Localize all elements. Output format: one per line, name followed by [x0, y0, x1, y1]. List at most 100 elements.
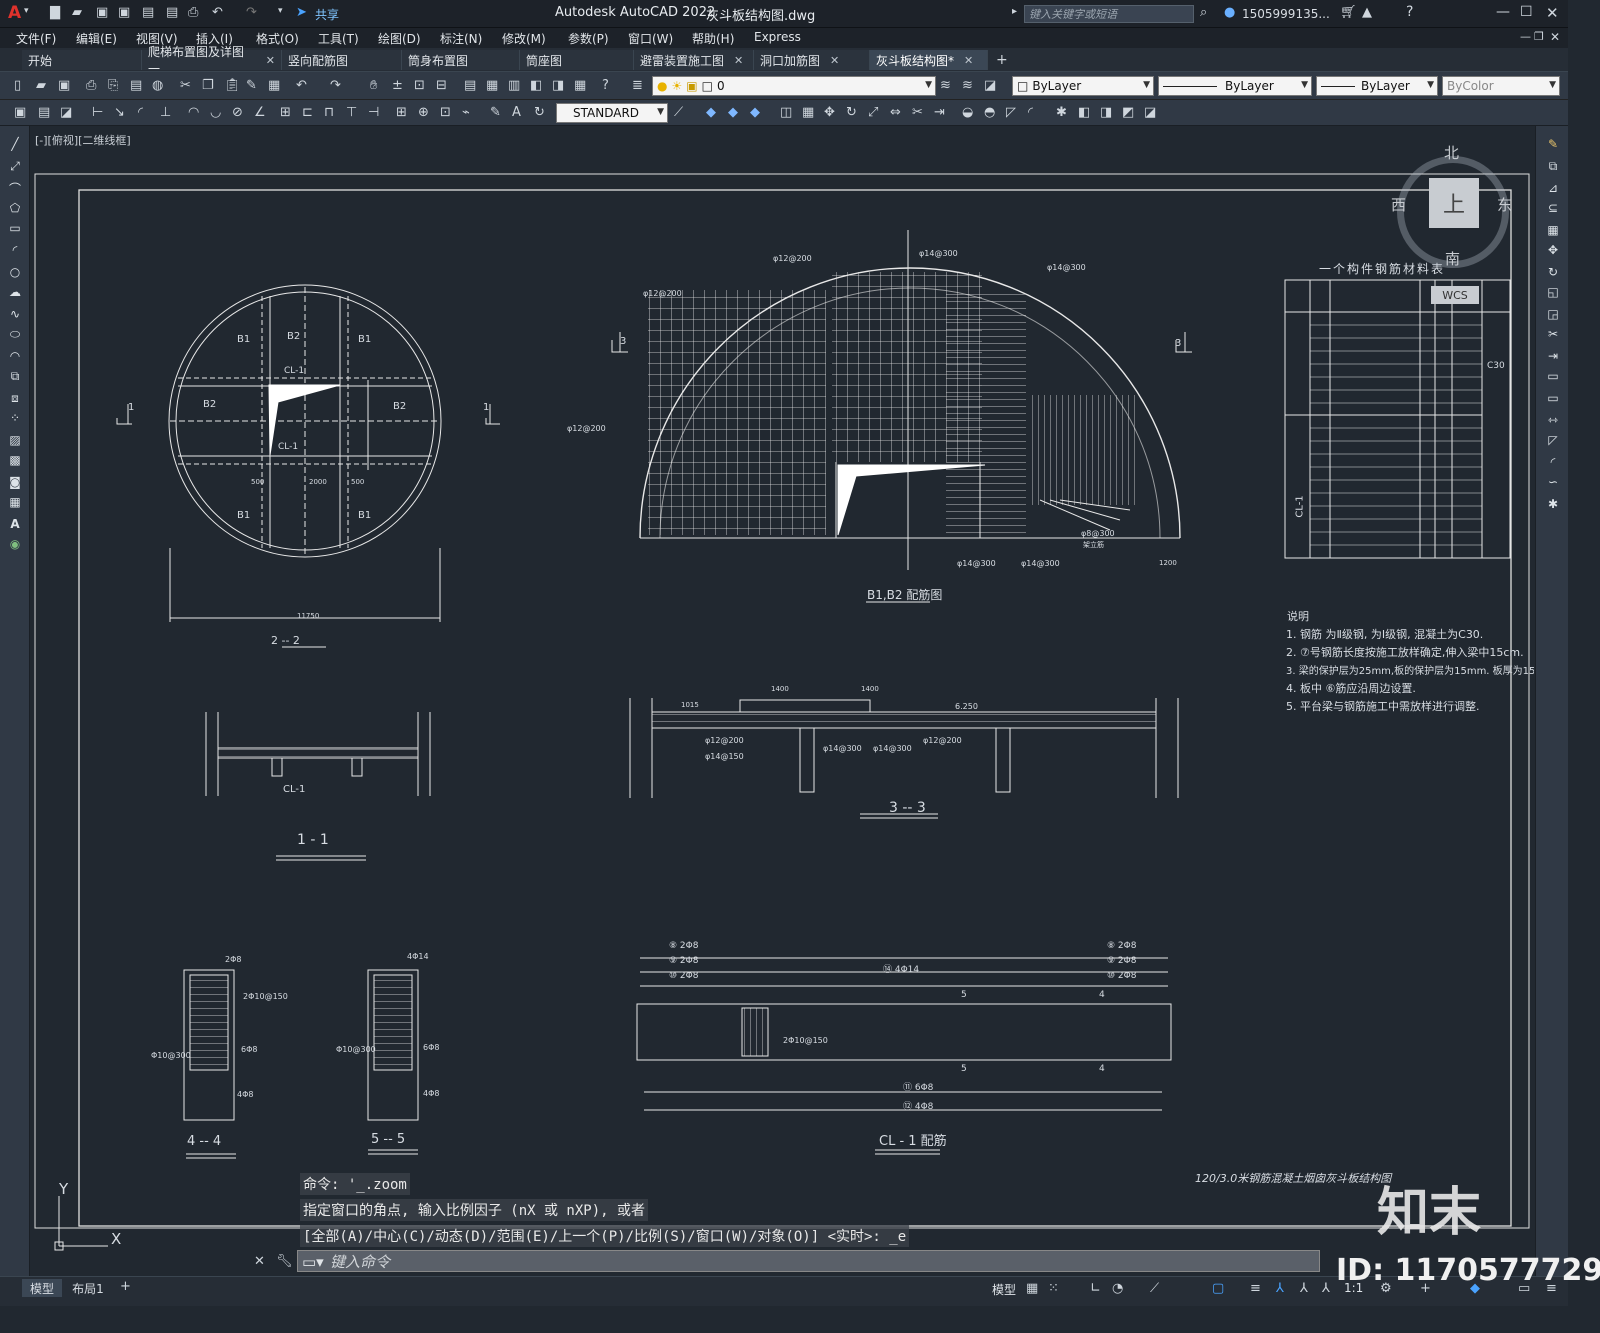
viewcube-top-face[interactable]: 上: [1429, 178, 1479, 228]
close-doc-icon[interactable]: ✕: [1550, 30, 1560, 44]
help-icon[interactable]: ?: [1406, 4, 1413, 20]
restore-doc-icon[interactable]: —: [1520, 30, 1531, 43]
table-icon[interactable]: ▦: [6, 494, 24, 510]
dim-break-icon[interactable]: ⊣: [368, 105, 379, 120]
move-icon[interactable]: ✥: [1544, 242, 1562, 258]
draworder-icon[interactable]: ◨: [1100, 105, 1112, 120]
preview-icon[interactable]: ⎘: [108, 78, 118, 93]
offset-icon[interactable]: ⊆: [1544, 200, 1562, 216]
layout-tab-model[interactable]: 模型: [22, 1279, 62, 1297]
copy-icon[interactable]: ❐: [202, 78, 214, 93]
layer-previous-icon[interactable]: ≋: [962, 78, 973, 93]
open-web-icon[interactable]: ▤: [142, 5, 154, 20]
close-tab-icon[interactable]: ✕: [734, 54, 743, 67]
lineweight-icon[interactable]: ≡: [1250, 1281, 1261, 1296]
trim-icon[interactable]: ✂: [1544, 326, 1562, 342]
search-input[interactable]: 键入关键字或短语: [1024, 5, 1194, 23]
gradient-icon[interactable]: ▩: [6, 452, 24, 468]
dimstyle-dropdown[interactable]: STANDARD ▼: [556, 103, 668, 123]
draworder-icon[interactable]: ◧: [1078, 105, 1090, 120]
color-dropdown[interactable]: □ ByLayer ▼: [1012, 76, 1154, 96]
inspect-icon[interactable]: ⊡: [440, 105, 451, 120]
tab-ladder-layout[interactable]: 爬梯布置图及详图一 ✕: [142, 45, 282, 76]
erase-icon[interactable]: ✎: [1544, 136, 1562, 152]
ellipse-icon[interactable]: ⬭: [6, 326, 24, 342]
hatch-icon[interactable]: ▨: [6, 432, 24, 448]
plotstyle-dropdown[interactable]: ByColor ▼: [1442, 76, 1560, 96]
menu-edit[interactable]: 编辑(E): [76, 30, 117, 47]
properties-icon[interactable]: ▤: [464, 78, 476, 93]
close-tab-icon[interactable]: ✕: [830, 54, 839, 67]
dim-update-icon[interactable]: ↻: [534, 105, 545, 120]
move-icon[interactable]: ✥: [824, 105, 835, 120]
draworder-icon[interactable]: ◪: [1144, 105, 1156, 120]
close-tab-icon[interactable]: ✕: [266, 54, 275, 67]
isodraft-icon[interactable]: ⟋: [1150, 1281, 1159, 1296]
mtext-icon[interactable]: A: [6, 516, 24, 532]
make-current-layer-icon[interactable]: ≋: [940, 78, 951, 93]
menu-window[interactable]: 窗口(W): [628, 30, 673, 47]
viewcube-west[interactable]: 西: [1391, 194, 1406, 215]
workspace-icon[interactable]: ▣: [14, 105, 26, 120]
drawing-canvas[interactable]: [-][俯视][二维线框] B1 B2 B1 B2 B2 B1 B1 CL-1 …: [31, 126, 1534, 1276]
layer-dropdown[interactable]: ● ☀ ▣ □ 0 ▼: [652, 76, 936, 96]
viewcube-south[interactable]: 南: [1445, 248, 1460, 269]
save-web-icon[interactable]: ▤: [166, 5, 178, 20]
region-icon[interactable]: ◙: [6, 474, 24, 490]
ortho-icon[interactable]: ∟: [1090, 1281, 1101, 1296]
extend-icon[interactable]: ⇥: [1544, 348, 1562, 364]
make-block-icon[interactable]: ⧈: [6, 390, 24, 406]
dim-edit-icon[interactable]: ✎: [490, 105, 501, 120]
offset-icon[interactable]: ◫: [780, 105, 792, 120]
annotation-visibility-icon[interactable]: ⅄: [1276, 1281, 1284, 1296]
menu-dimension[interactable]: 标注(N): [440, 30, 482, 47]
menu-tools[interactable]: 工具(T): [318, 30, 359, 47]
close-tab-icon[interactable]: ✕: [964, 54, 973, 67]
dim-continue-icon[interactable]: ⊓: [324, 105, 334, 120]
polygon-icon[interactable]: ⬠: [6, 200, 24, 216]
dim-jogged-icon[interactable]: ◡: [210, 105, 221, 120]
scale-icon[interactable]: ◱: [1544, 284, 1562, 300]
command-close-icon[interactable]: ✕: [254, 1254, 265, 1269]
blend-icon[interactable]: ∽: [1544, 474, 1562, 490]
dim-aligned-icon[interactable]: ↘: [114, 105, 125, 120]
layer-state-icon[interactable]: ◪: [984, 78, 996, 93]
polyline-icon[interactable]: ⌒: [6, 180, 24, 196]
break-point-icon[interactable]: ▭: [1544, 368, 1562, 384]
join-icon[interactable]: ◓: [984, 105, 995, 120]
model-space-button[interactable]: 模型: [992, 1281, 1016, 1298]
quick-dim-icon[interactable]: ⊞: [280, 105, 291, 120]
jog-icon[interactable]: ⌁: [462, 105, 470, 120]
cut-icon[interactable]: ✂: [180, 78, 191, 93]
erase-icon[interactable]: ◆: [706, 105, 716, 120]
viewcube-north[interactable]: 北: [1444, 142, 1459, 163]
command-prompt-icon[interactable]: ▭▾: [302, 1253, 324, 1271]
center-mark-icon[interactable]: ⊕: [418, 105, 429, 120]
zoom-previous-icon[interactable]: ⊟: [436, 78, 447, 93]
save-icon[interactable]: ▣: [96, 5, 108, 20]
publish-icon[interactable]: ▤: [130, 78, 142, 93]
stretch-icon[interactable]: ◲: [1544, 306, 1562, 322]
menu-format[interactable]: 格式(O): [256, 30, 299, 47]
polar-icon[interactable]: ◔: [1112, 1281, 1123, 1296]
new-file-icon[interactable]: ▇: [50, 5, 60, 20]
paste-icon[interactable]: 📋︎: [224, 78, 241, 93]
point-icon[interactable]: ⁘: [6, 410, 24, 426]
user-name[interactable]: 1505999135...: [1242, 7, 1330, 21]
sheet-set-icon[interactable]: ◧: [530, 78, 542, 93]
new-tab-icon[interactable]: +: [996, 52, 1008, 68]
share-icon[interactable]: ➤: [296, 5, 307, 20]
osnap-icon[interactable]: ▢: [1212, 1281, 1224, 1296]
pan-icon[interactable]: ✋︎: [370, 78, 377, 93]
dim-space-icon[interactable]: ⊤: [346, 105, 357, 120]
fillet-icon[interactable]: ◜: [1544, 454, 1562, 470]
layout-tab-layout1[interactable]: 布局1: [66, 1279, 110, 1297]
customize-qat-icon[interactable]: ▾: [278, 6, 283, 16]
add-layout-icon[interactable]: +: [120, 1279, 131, 1294]
trim-icon[interactable]: ✂: [912, 105, 923, 120]
dim-style-icon[interactable]: ⟋: [674, 105, 683, 120]
explode-icon[interactable]: ✱: [1056, 105, 1067, 120]
chamfer-icon[interactable]: ◸: [1544, 432, 1562, 448]
break-icon[interactable]: ▭: [1544, 390, 1562, 406]
open-icon[interactable]: ▰: [36, 78, 46, 93]
